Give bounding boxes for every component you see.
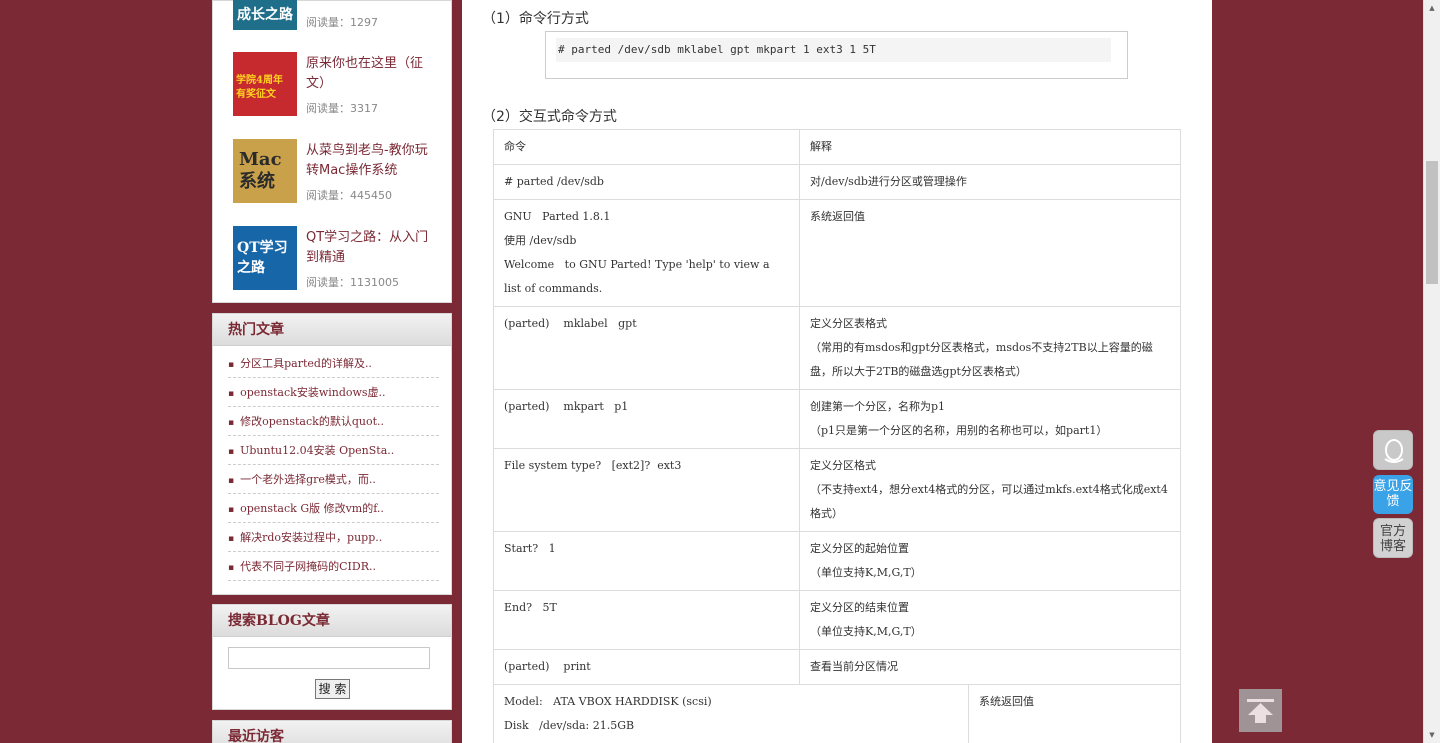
recent-visitors-box: 最近访客 [212,720,452,743]
table-row: Start? 1 定义分区的起始位置 （单位支持K,M,G,T） [493,532,1181,591]
reading-item[interactable]: Mac系统 从菜鸟到老鸟-教你玩转Mac操作系统 阅读量：445450 [233,139,443,203]
hot-article-link[interactable]: Ubuntu12.04安装 OpenSta.. [228,436,439,465]
description-cell: 对/dev/sdb进行分区或管理操作 [799,165,1180,199]
sidebar: 成长之路 阅读量：1297 学院4周年 有奖征文 原来你也在这里（征文） 阅读量… [212,0,452,743]
qq-penguin-icon [1384,439,1404,463]
table-row: (parted) mkpart p1 创建第一个分区，名称为p1 （p1只是第一… [493,390,1181,449]
blog-search-heading: 搜索BLOG文章 [213,605,451,637]
table-header-row: 命令 解释 [493,129,1181,165]
description-cell: 创建第一个分区，名称为p1 （p1只是第一个分区的名称，用别的名称也可以，如pa… [799,390,1180,448]
recent-visitors-heading: 最近访客 [213,721,451,743]
hot-article-link[interactable]: 一个老外选择gre模式，而.. [228,465,439,494]
table-row: (parted) print 查看当前分区情况 [493,650,1181,685]
hot-article-link[interactable]: 分区工具parted的详解及.. [228,349,439,378]
hot-article-link[interactable]: 代表不同子网掩码的CIDR.. [228,552,439,581]
blog-search-box: 搜索BLOG文章 搜 索 [212,604,452,710]
read-title[interactable]: 从菜鸟到老鸟-教你玩转Mac操作系统 [306,141,431,181]
description-cell: 定义分区格式 （不支持ext4，想分ext4格式的分区，可以通过mkfs.ext… [799,449,1180,531]
back-to-top-icon [1247,699,1274,723]
hot-articles-list: 分区工具parted的详解及.. openstack安装windows虚.. 修… [213,346,451,581]
article-content: （1）命令行方式 # parted /dev/sdb mklabel gpt m… [462,0,1212,743]
search-button[interactable]: 搜 索 [315,679,350,699]
table-row: GNU Parted 1.8.1 使用 /dev/sdb Welcome to … [493,200,1181,307]
scroll-down-arrow-icon[interactable]: ▼ [1424,727,1440,743]
read-count: 阅读量：445450 [306,189,392,202]
code-line: # parted /dev/sdb mklabel gpt mkpart 1 e… [556,38,1111,62]
command-cell: GNU Parted 1.8.1 使用 /dev/sdb Welcome to … [504,210,770,295]
thumbnail-text: 学院4周年 有奖征文 [236,75,283,100]
code-block: # parted /dev/sdb mklabel gpt mkpart 1 e… [545,31,1128,79]
table-row: File system type? [ext2]? ext3 定义分区格式 （不… [493,449,1181,532]
read-count: 阅读量：1131005 [306,276,399,289]
description-cell: 系统返回值 [968,685,1180,743]
description-cell: 定义分区的起始位置 （单位支持K,M,G,T） [799,532,1180,590]
course-thumbnail[interactable]: 成长之路 [233,0,297,30]
read-count: 阅读量：3317 [306,102,378,115]
qq-contact-button[interactable] [1373,430,1413,470]
thumbnail-text: QT学习之路 [237,240,288,276]
hot-article-link[interactable]: openstack G版 修改vm的f.. [228,494,439,523]
back-to-top-button[interactable] [1239,689,1282,732]
reading-item[interactable]: 成长之路 阅读量：1297 [233,0,443,30]
read-title[interactable]: QT学习之路：从入门到精通 [306,228,431,268]
section-heading: （2）交互式命令方式 [482,109,617,125]
table-header-cell: 命令 [504,140,526,153]
page-scrollbar[interactable]: ▲ ▼ [1423,0,1440,743]
scrollbar-thumb[interactable] [1426,161,1438,284]
command-cell: # parted /dev/sdb [504,175,604,188]
reading-item[interactable]: QT学习之路 QT学习之路：从入门到精通 阅读量：1131005 [233,226,443,290]
table-row: (parted) mklabel gpt 定义分区表格式 （常用的有msdos和… [493,307,1181,390]
hot-article-link[interactable]: 修改openstack的默认quot.. [228,407,439,436]
table-header-cell: 解释 [799,130,1180,164]
read-count: 阅读量：1297 [306,16,378,29]
reading-list-box: 成长之路 阅读量：1297 学院4周年 有奖征文 原来你也在这里（征文） 阅读量… [212,0,452,303]
reading-item[interactable]: 学院4周年 有奖征文 原来你也在这里（征文） 阅读量：3317 [233,52,443,116]
course-thumbnail[interactable]: Mac系统 [233,139,297,203]
read-title[interactable]: 原来你也在这里（征文） [306,54,431,94]
table-row: Model: ATA VBOX HARDDISK (scsi) Disk /de… [493,685,1181,743]
scroll-up-arrow-icon[interactable]: ▲ [1424,0,1440,16]
command-cell: (parted) mkpart p1 [504,400,629,413]
feedback-button[interactable]: 意见反馈 [1373,475,1413,514]
table-row: # parted /dev/sdb 对/dev/sdb进行分区或管理操作 [493,165,1181,200]
description-cell: 定义分区表格式 （常用的有msdos和gpt分区表格式，msdos不支持2TB以… [799,307,1180,389]
description-cell: 定义分区的结束位置 （单位支持K,M,G,T） [799,591,1180,649]
command-cell: (parted) mklabel gpt [504,317,637,330]
course-thumbnail[interactable]: QT学习之路 [233,226,297,290]
command-cell: Start? 1 [504,542,556,555]
hot-article-link[interactable]: 解决rdo安装过程中，pupp.. [228,523,439,552]
hot-article-link[interactable]: openstack安装windows虚.. [228,378,439,407]
description-cell: 系统返回值 [799,200,1180,306]
thumbnail-text: 成长之路 [237,7,293,23]
section-heading: （1）命令行方式 [482,11,589,27]
table-row: End? 5T 定义分区的结束位置 （单位支持K,M,G,T） [493,591,1181,650]
thumbnail-text: Mac系统 [239,149,282,192]
hot-articles-heading: 热门文章 [213,314,451,346]
description-cell: 查看当前分区情况 [799,650,1180,684]
blog-search-input[interactable] [228,647,430,669]
command-cell: File system type? [ext2]? ext3 [504,459,682,472]
command-cell: (parted) print [504,660,591,673]
hot-articles-box: 热门文章 分区工具parted的详解及.. openstack安装windows… [212,313,452,595]
command-cell: Model: ATA VBOX HARDDISK (scsi) Disk /de… [504,695,712,732]
course-thumbnail[interactable]: 学院4周年 有奖征文 [233,52,297,116]
command-cell: End? 5T [504,601,557,614]
official-blog-button[interactable]: 官方博客 [1373,518,1413,558]
